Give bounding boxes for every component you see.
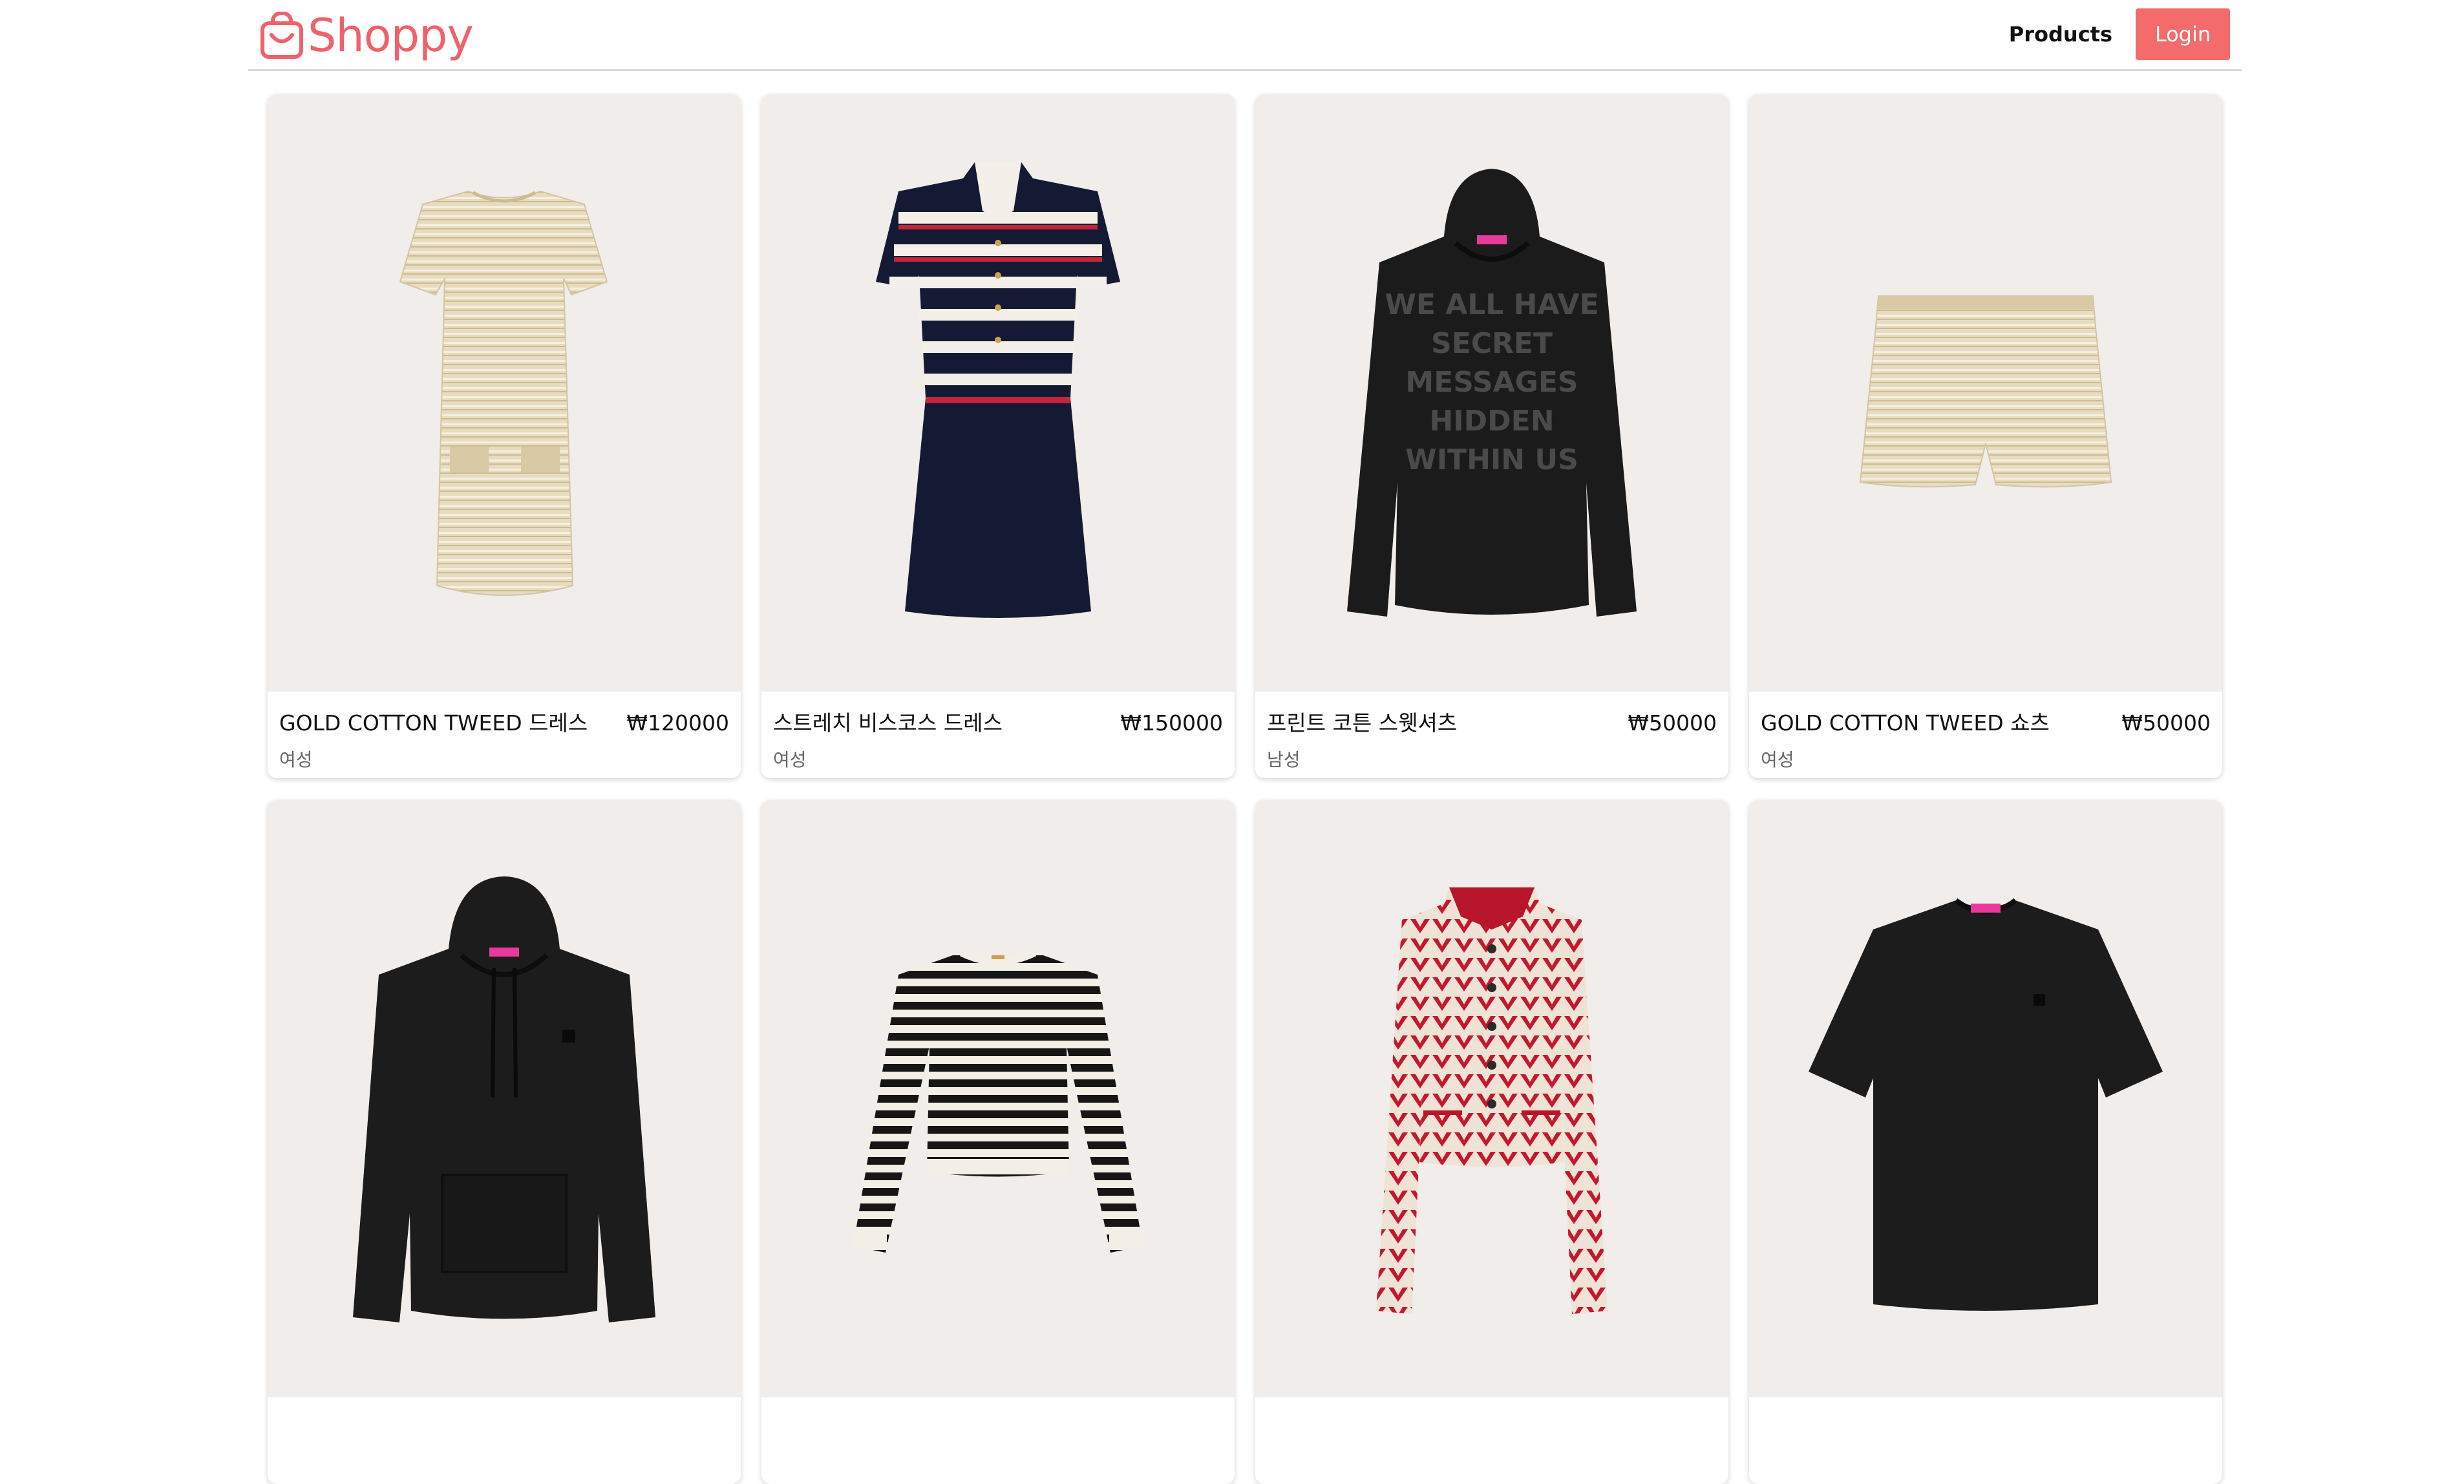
product-info	[1255, 1397, 1728, 1484]
product-info: 프린트 코튼 스웻셔츠 ₩50000 남성	[1255, 692, 1728, 778]
product-price: ₩50000	[2121, 710, 2211, 736]
nav-products-link[interactable]: Products	[2009, 22, 2112, 47]
product-price: ₩150000	[1120, 710, 1223, 736]
tweed-shorts-image	[1749, 94, 2222, 692]
product-info	[1749, 1397, 2222, 1484]
product-info	[268, 1397, 741, 1484]
black-tshirt-image	[1749, 800, 2222, 1397]
brand-logo[interactable]: Shoppy	[260, 6, 474, 65]
svg-text:WE ALL HAVE: WE ALL HAVE	[1385, 288, 1598, 321]
product-category: 남성	[1267, 749, 1301, 770]
product-title: GOLD COTTON TWEED 드레스	[279, 710, 588, 736]
product-card[interactable]	[268, 800, 741, 1484]
black-print-hoodie-image: WE ALL HAVE SECRET MESSAGES HIDDEN WITHI…	[1255, 94, 1728, 692]
product-info: GOLD COTTON TWEED 드레스 ₩120000 여성	[268, 692, 741, 778]
product-title: GOLD COTTON TWEED 쇼츠	[1761, 710, 2050, 736]
product-info: 스트레치 비스코스 드레스 ₩150000 여성	[761, 692, 1235, 778]
product-title: 스트레치 비스코스 드레스	[773, 710, 1003, 736]
tweed-dress-image	[268, 94, 741, 692]
svg-text:HIDDEN: HIDDEN	[1429, 405, 1554, 438]
product-title: 프린트 코튼 스웻셔츠	[1267, 710, 1458, 736]
product-info: GOLD COTTON TWEED 쇼츠 ₩50000 여성	[1749, 692, 2222, 778]
nav-menu: Products Login	[2009, 8, 2230, 60]
product-card[interactable]: 스트레치 비스코스 드레스 ₩150000 여성	[761, 94, 1235, 778]
product-card[interactable]	[761, 800, 1235, 1484]
product-card[interactable]	[1255, 800, 1728, 1484]
svg-text:SECRET: SECRET	[1431, 327, 1553, 360]
product-grid: GOLD COTTON TWEED 드레스 ₩120000 여성 스트레치 비스…	[268, 94, 2222, 1484]
product-category: 여성	[773, 749, 807, 770]
striped-sweater-image	[761, 800, 1235, 1397]
product-card[interactable]: GOLD COTTON TWEED 드레스 ₩120000 여성	[268, 94, 741, 778]
product-price: ₩120000	[626, 710, 729, 736]
product-card[interactable]: WE ALL HAVE SECRET MESSAGES HIDDEN WITHI…	[1255, 94, 1728, 778]
top-navigation-bar: Shoppy Products Login	[248, 0, 2242, 71]
product-card[interactable]	[1749, 800, 2222, 1484]
svg-text:WITHIN US: WITHIN US	[1405, 443, 1578, 476]
login-button[interactable]: Login	[2136, 8, 2230, 60]
striped-knit-dress-image	[761, 94, 1235, 692]
product-card[interactable]: GOLD COTTON TWEED 쇼츠 ₩50000 여성	[1749, 94, 2222, 778]
product-price: ₩50000	[1628, 710, 1717, 736]
black-hoodie-image	[268, 800, 741, 1397]
product-info	[761, 1397, 1235, 1484]
brand-name: Shoppy	[308, 9, 474, 62]
svg-text:MESSAGES: MESSAGES	[1405, 366, 1578, 399]
product-category: 여성	[279, 749, 313, 770]
shopping-bag-icon	[260, 12, 303, 59]
product-category: 여성	[1761, 749, 1794, 770]
red-pattern-jacket-image	[1255, 800, 1728, 1397]
